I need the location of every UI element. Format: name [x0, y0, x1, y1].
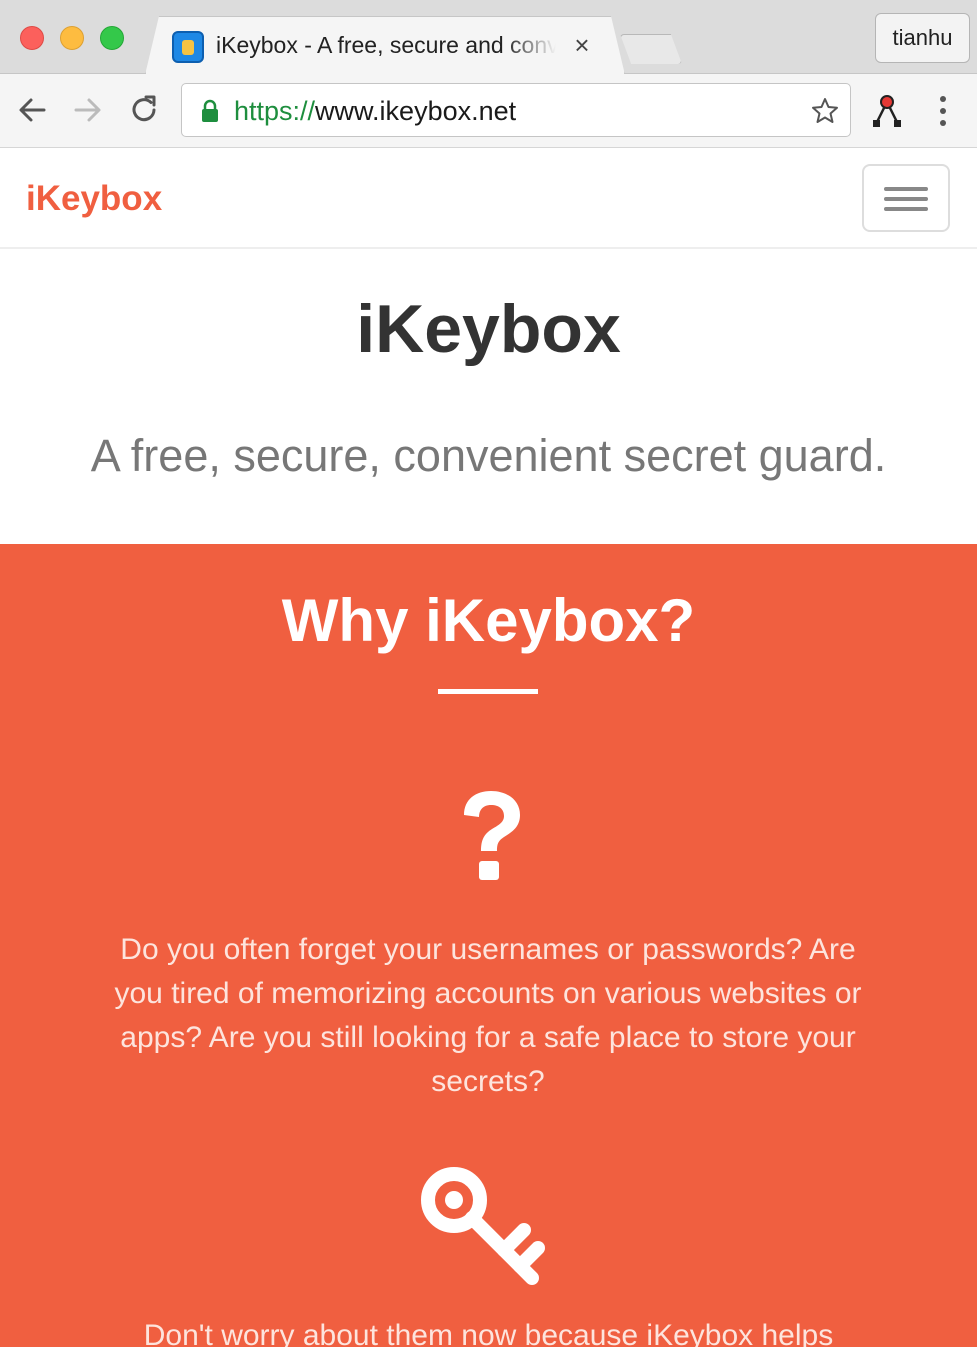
hamburger-bar	[884, 197, 928, 201]
window-close-button[interactable]	[20, 26, 44, 50]
reload-icon[interactable]	[126, 92, 162, 128]
extension-icon[interactable]	[868, 92, 906, 130]
window-maximize-button[interactable]	[100, 26, 124, 50]
hero-subtitle: A free, secure, convenient secret guard.	[90, 430, 887, 481]
hamburger-bar	[884, 187, 928, 191]
section-divider	[438, 689, 538, 694]
key-icon	[421, 1167, 545, 1285]
nav-toggle-button[interactable]	[862, 164, 950, 232]
back-arrow-icon[interactable]	[14, 92, 50, 128]
new-tab-button[interactable]	[620, 34, 682, 64]
tab-title[interactable]: iKeybox - A free, secure and convenient …	[216, 32, 556, 60]
browser-titlebar: iKeybox - A free, secure and convenient …	[0, 0, 977, 74]
profile-button[interactable]: tianhu	[875, 13, 970, 63]
hero-section: iKeybox A free, secure, convenient secre…	[0, 250, 977, 544]
favicon-icon	[172, 31, 204, 63]
forward-arrow-icon[interactable]	[70, 92, 106, 128]
hamburger-bar	[884, 207, 928, 211]
why-section: Why iKeybox? Do you often forget your us…	[0, 544, 977, 1347]
why-paragraph-1: Do you often forget your usernames or pa…	[114, 933, 862, 1098]
url-host: www.ikeybox.net	[315, 96, 517, 126]
browser-menu-icon[interactable]	[932, 94, 954, 128]
site-brand-link[interactable]: iKeybox	[26, 179, 162, 219]
why-title: Why iKeybox?	[281, 587, 696, 654]
browser-toolbar: https://www.ikeybox.net	[0, 74, 977, 148]
url-text[interactable]: https://www.ikeybox.net	[234, 96, 516, 127]
lock-icon	[202, 99, 218, 122]
address-bar[interactable]: https://www.ikeybox.net	[181, 83, 851, 137]
bookmark-star-icon[interactable]	[810, 96, 840, 126]
url-scheme: https://	[234, 96, 316, 126]
tab-close-icon[interactable]: ×	[568, 30, 596, 60]
window-minimize-button[interactable]	[60, 26, 84, 50]
why-paragraph-2: Don't worry about them now because iKeyb…	[143, 1319, 834, 1347]
question-icon	[464, 791, 520, 880]
hero-title: iKeybox	[356, 291, 621, 367]
site-navbar: iKeybox	[0, 149, 977, 249]
